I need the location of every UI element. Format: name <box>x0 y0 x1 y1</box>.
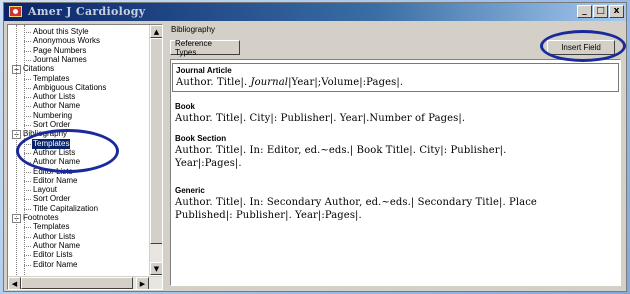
template-name: Book <box>175 102 195 111</box>
scroll-up-arrow-icon[interactable]: ▲ <box>150 25 162 38</box>
minimize-button[interactable]: _ <box>577 5 592 18</box>
tree-connector-line <box>24 236 31 238</box>
tree-vertical-scrollbar[interactable]: ▲ ▼ <box>149 25 162 275</box>
template-fields[interactable]: Author. Title|. In: Secondary Author, ed… <box>175 196 615 222</box>
template-journal-article[interactable]: Journal Article Author. Title|. Journal|… <box>172 63 619 92</box>
template-fields[interactable]: Author. Title|. In: Editor, ed.~eds.| Bo… <box>175 144 615 170</box>
tree-connector-line <box>16 25 17 275</box>
tree-item[interactable]: Editor Name <box>32 260 78 270</box>
tree-connector-line <box>24 106 31 108</box>
tree-connector-line <box>24 97 31 99</box>
scroll-thumb[interactable] <box>150 38 162 244</box>
tree-connector-line <box>24 32 31 33</box>
tree-connector-line <box>24 41 31 43</box>
tree-connector-line <box>24 152 31 154</box>
template-book-section[interactable]: Book Section Author. Title|. In: Editor,… <box>175 134 615 170</box>
tree-connector-line <box>24 115 31 117</box>
bibliography-templates-pane: Bibliography Reference Types Insert Fiel… <box>167 24 626 290</box>
scroll-down-arrow-icon[interactable]: ▼ <box>150 262 162 275</box>
tree-horizontal-scrollbar[interactable]: ◀ ▶ <box>8 276 162 289</box>
template-name: Journal Article <box>176 66 232 75</box>
app-window: Amer J Cardiology _ □ x About this Style… <box>3 2 627 292</box>
maximize-button[interactable]: □ <box>593 5 608 18</box>
tree-connector-line <box>24 208 31 210</box>
style-tree-panel: About this Style Anonymous Works Page Numb… <box>7 24 163 290</box>
tree-item-label: Editor Name <box>33 259 78 269</box>
tree-connector-line <box>24 78 31 80</box>
tree-connector-line <box>24 255 31 257</box>
tree-connector-line <box>24 125 31 126</box>
template-generic[interactable]: Generic Author. Title|. In: Secondary Au… <box>175 186 615 222</box>
close-button[interactable]: x <box>609 5 624 18</box>
tree-connector-line <box>24 143 31 145</box>
tree-connector-line <box>24 162 31 164</box>
template-book[interactable]: Book Author. Title|. City|: Publisher|. … <box>175 102 615 125</box>
tree-connector-line <box>24 171 31 173</box>
section-title: Bibliography <box>171 25 216 34</box>
tree-connector-line <box>24 227 31 229</box>
template-name: Generic <box>175 186 205 195</box>
window-title: Amer J Cardiology <box>28 5 146 18</box>
tree-connector-line <box>24 180 31 182</box>
template-fields[interactable]: Author. Title|. City|: Publisher|. Year|… <box>175 112 615 125</box>
style-tree: About this Style Anonymous Works Page Numb… <box>8 25 149 275</box>
scroll-left-arrow-icon[interactable]: ◀ <box>8 277 21 289</box>
app-icon <box>9 6 22 17</box>
insert-field-button[interactable]: Insert Field <box>547 40 615 55</box>
reference-types-button[interactable]: Reference Types <box>170 39 240 57</box>
tree-connector-line <box>24 199 31 201</box>
tree-connector-line <box>24 87 31 89</box>
template-editor[interactable]: Journal Article Author. Title|. Journal|… <box>170 59 621 286</box>
tree-connector-line <box>24 59 31 61</box>
tree-connector-line <box>24 264 31 266</box>
window-controls: _ □ x <box>577 5 624 18</box>
template-name: Book Section <box>175 134 227 143</box>
tree-connector-line <box>24 245 31 247</box>
tree-connector-line <box>24 190 31 192</box>
tree-connector-line <box>24 50 31 52</box>
tree-connector-line <box>24 25 25 275</box>
title-bar[interactable]: Amer J Cardiology _ □ x <box>4 3 626 21</box>
template-fields[interactable]: Author. Title|. Journal|Year|;Volume|:Pa… <box>176 76 616 89</box>
hscroll-thumb[interactable] <box>21 277 133 289</box>
scroll-right-arrow-icon[interactable]: ▶ <box>136 277 149 289</box>
